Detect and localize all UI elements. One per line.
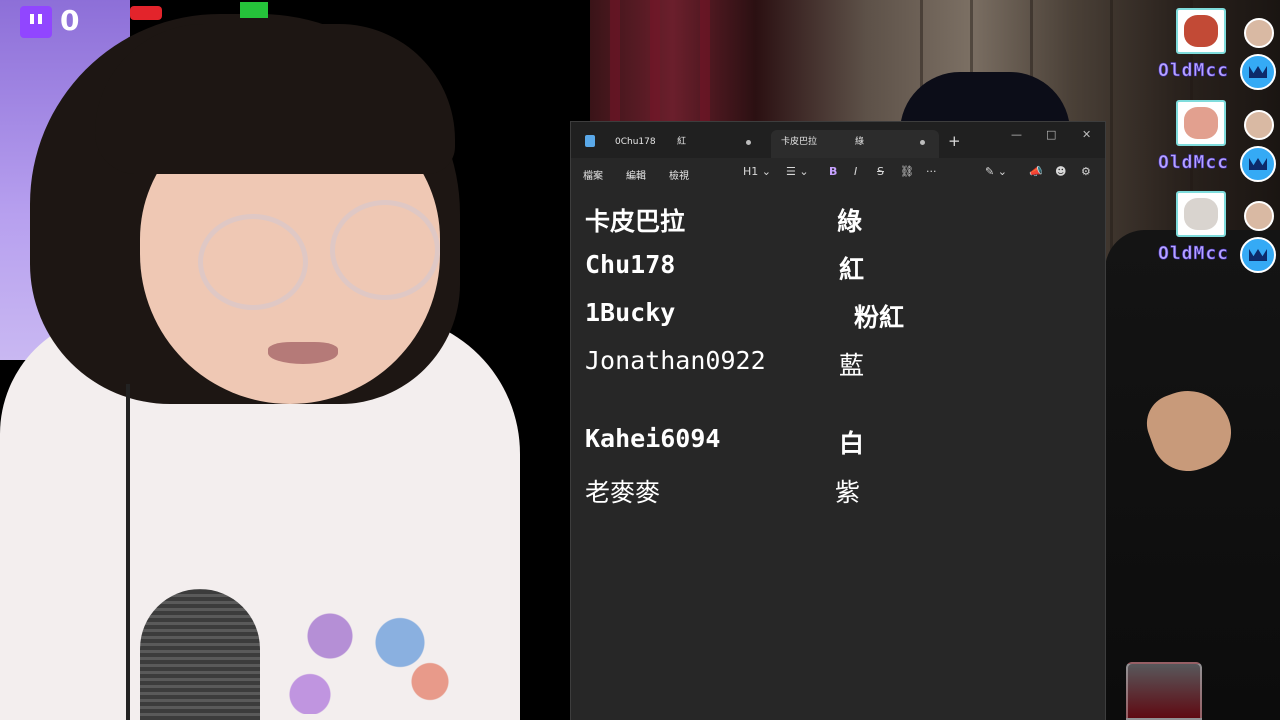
menu-view[interactable]: 檢視 xyxy=(669,167,689,182)
tab-label-color: 綠 xyxy=(855,137,865,147)
chat-emote-icon xyxy=(1176,8,1226,54)
glasses-lens xyxy=(330,200,440,300)
participant-color: 綠 xyxy=(837,207,863,236)
settings-gear-icon[interactable]: ⚙ xyxy=(1081,165,1091,178)
unsaved-dot-icon xyxy=(746,140,751,145)
participant-color: 白 xyxy=(839,429,865,458)
tab-chu178[interactable]: 0Chu178 紅 xyxy=(605,130,765,158)
list-dropdown[interactable]: ☰ ⌄ xyxy=(786,165,809,178)
streamer-lips xyxy=(268,342,338,364)
chat-message: OldMcc xyxy=(1150,191,1280,281)
streamer-bangs xyxy=(95,24,455,174)
menu-edit[interactable]: 編輯 xyxy=(626,167,646,182)
participant-color: 紫 xyxy=(835,478,861,507)
tab-label: 0Chu178 xyxy=(615,137,656,147)
twitch-viewer-count: 0 xyxy=(60,4,80,37)
streamer-cutout xyxy=(0,14,520,720)
close-button[interactable]: ✕ xyxy=(1082,128,1091,141)
curtain xyxy=(610,0,620,130)
guest-body xyxy=(1105,230,1280,720)
earbud-wire xyxy=(126,384,130,720)
unsaved-dot-icon xyxy=(920,140,925,145)
participant-name: Kahei6094 xyxy=(585,424,721,453)
tab-capybara[interactable]: 卡皮巴拉 綠 xyxy=(771,130,939,158)
participant-color: 藍 xyxy=(839,351,865,380)
new-tab-button[interactable]: + xyxy=(948,132,961,150)
participant-name: 老麥麥 xyxy=(585,478,661,507)
microphone xyxy=(140,589,260,720)
document-editor[interactable]: 卡皮巴拉 綠 Chu178 紅 1Bucky 粉紅 Jonathan0922 藍… xyxy=(571,186,1105,720)
menu-bar: 檔案 編輯 檢視 H1 ⌄ ☰ ⌄ B I S ⛓ ··· ✎ ⌄ 📣 ☻ ⚙ xyxy=(571,158,1105,186)
italic-button[interactable]: I xyxy=(854,165,857,178)
heading-dropdown[interactable]: H1 ⌄ xyxy=(743,165,771,178)
twitch-icon xyxy=(20,6,52,38)
participant-color: 紅 xyxy=(839,255,865,284)
copilot-dropdown[interactable]: ✎ ⌄ xyxy=(985,165,1007,178)
participant-name: 卡皮巴拉 xyxy=(585,207,686,236)
notepad-window: 0Chu178 紅 卡皮巴拉 綠 + — □ ✕ 檔案 編輯 檢視 H1 ⌄ ☰… xyxy=(570,121,1106,720)
participant-name: 1Bucky xyxy=(585,298,676,327)
participant-name: Chu178 xyxy=(585,250,676,279)
chat-message: OldMcc xyxy=(1150,8,1280,98)
avatar xyxy=(1244,110,1274,140)
notepad-app-icon xyxy=(585,135,595,147)
stream-scene: 0 OldMcc OldMcc OldMcc 0Chu178 紅 卡皮巴拉 綠 … xyxy=(0,0,1280,720)
chat-username: OldMcc xyxy=(1158,60,1230,82)
shirt-print xyxy=(270,584,470,714)
bold-button[interactable]: B xyxy=(829,165,837,178)
chat-emote-icon xyxy=(1176,191,1226,237)
chat-username: OldMcc xyxy=(1158,152,1230,174)
avatar xyxy=(1244,18,1274,48)
announcement-icon[interactable]: 📣 xyxy=(1029,165,1043,178)
crown-badge-icon xyxy=(1240,146,1276,182)
chat-username: OldMcc xyxy=(1158,243,1230,265)
curtain xyxy=(700,0,710,130)
maximize-button[interactable]: □ xyxy=(1046,128,1056,141)
tab-label: 卡皮巴拉 xyxy=(781,137,818,147)
green-platform-icon xyxy=(240,2,268,18)
link-icon[interactable]: ⛓ xyxy=(900,165,914,178)
chat-emote-icon xyxy=(1176,100,1226,146)
strikethrough-button[interactable]: S xyxy=(877,165,884,178)
menu-file[interactable]: 檔案 xyxy=(583,167,603,182)
crown-badge-icon xyxy=(1240,237,1276,273)
participant-color: 粉紅 xyxy=(854,303,905,332)
crown-badge-icon xyxy=(1240,54,1276,90)
more-options-button[interactable]: ··· xyxy=(926,165,937,178)
account-icon[interactable]: ☻ xyxy=(1055,165,1066,178)
tab-label-color: 紅 xyxy=(677,137,687,147)
wine-glass xyxy=(1126,662,1202,720)
curtain xyxy=(650,0,660,130)
avatar xyxy=(1244,201,1274,231)
participant-name: Jonathan0922 xyxy=(585,346,766,375)
glasses-lens xyxy=(198,214,308,310)
chat-message: OldMcc xyxy=(1150,100,1280,190)
youtube-icon xyxy=(130,6,162,20)
minimize-button[interactable]: — xyxy=(1011,128,1022,141)
title-bar[interactable]: 0Chu178 紅 卡皮巴拉 綠 + — □ ✕ xyxy=(571,122,1105,158)
